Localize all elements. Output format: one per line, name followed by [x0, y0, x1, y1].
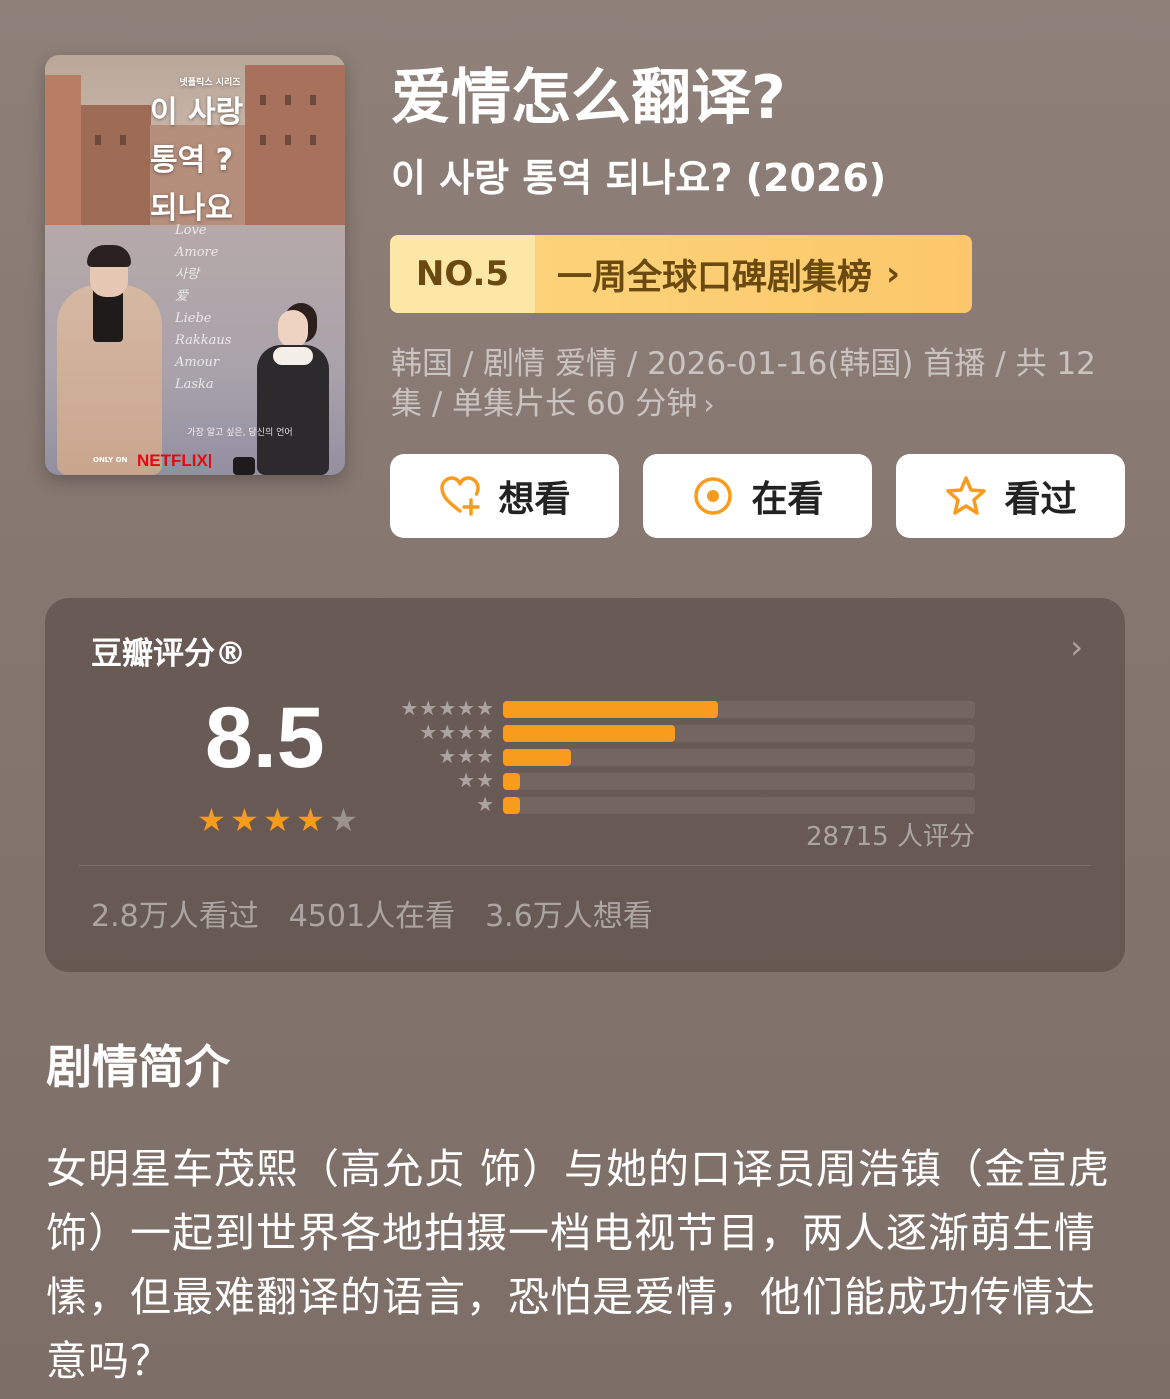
divider [79, 865, 1091, 866]
watching-button[interactable]: 在看 [643, 454, 872, 538]
distribution-bar-track [503, 749, 975, 766]
poster-love-words: Love Amore 사랑 爱 Liebe Rakkaus Amour Lask… [175, 223, 232, 392]
distribution-row: ★★ [385, 768, 975, 794]
original-title: 이 사랑 통역 되나요? (2026) [391, 156, 887, 200]
want-to-watch-label: 想看 [498, 479, 571, 520]
meta-info[interactable]: 韩国 / 剧情 爱情 / 2026-01-16(韩国) 首播 / 共 12 集 … [391, 344, 1111, 425]
heart-plus-icon [440, 476, 481, 516]
netflix-logo: NETFLIX [137, 451, 208, 470]
rank-label: 一周全球口碑剧集榜 [557, 257, 873, 298]
target-circle-icon [694, 477, 733, 515]
distribution-row: ★ [385, 792, 975, 818]
watched-count[interactable]: 2.8万人看过 [91, 891, 259, 935]
chevron-right-icon: › [703, 388, 715, 421]
poster-top-text: 넷플릭스 시리즈 [179, 78, 241, 88]
distribution-bar-fill [503, 797, 520, 814]
distribution-bar-fill [503, 773, 520, 790]
action-buttons: 想看 在看 看过 [390, 454, 1125, 538]
watch-stats: 2.8万人看过 4501人在看 3.6万人想看 [91, 891, 653, 935]
rank-number: NO.5 [390, 235, 535, 313]
watched-button[interactable]: 看过 [896, 454, 1125, 538]
synopsis-text: 女明星车茂熙（高允贞 饰）与她的口译员周浩镇（金宣虎 饰）一起到世界各地拍摄一档… [46, 1145, 1111, 1385]
synopsis-title: 剧情简介 [46, 1040, 230, 1094]
poster-title-line: 이 사랑 [150, 95, 244, 130]
star-filled-icon: ★ [230, 801, 259, 839]
distribution-stars-label: ★★★★★ [400, 696, 495, 720]
star-filled-icon: ★ [263, 801, 292, 839]
rating-stars: ★ ★ ★ ★ ★ [195, 803, 360, 837]
distribution-row: ★★★★★ [385, 696, 975, 722]
distribution-bar-fill [503, 701, 718, 718]
want-to-watch-button[interactable]: 想看 [390, 454, 619, 538]
chevron-right-icon[interactable]: › [1070, 628, 1083, 666]
poster-title: 넷플릭스 시리즈 이 사랑 통역 ? 되나요 [150, 77, 340, 233]
rating-count: 28715 人评分 [806, 822, 975, 852]
meta-text: 韩国 / 剧情 爱情 / 2026-01-16(韩国) 首播 / 共 12 集 … [391, 346, 1096, 422]
distribution-stars-label: ★★★ [438, 744, 495, 768]
distribution-bar-track [503, 773, 975, 790]
distribution-bar-track [503, 797, 975, 814]
distribution-row: ★★★★ [385, 720, 975, 746]
star-outline-icon [946, 476, 987, 515]
distribution-bar-fill [503, 749, 571, 766]
distribution-bar-track [503, 701, 975, 718]
rating-card[interactable]: 豆瓣评分® › 8.5 ★ ★ ★ ★ ★ ★★★★★ ★★★★ ★★★ ★★ ★ 28715 … [45, 598, 1125, 972]
distribution-bar-track [503, 725, 975, 742]
rank-label-container: 一周全球口碑剧集榜 › [535, 235, 972, 313]
poster-image[interactable]: 넷플릭스 시리즈 이 사랑 통역 ? 되나요 Love Amore 사랑 爱 L… [45, 55, 345, 475]
watching-count[interactable]: 4501人在看 [289, 891, 455, 935]
rank-banner[interactable]: NO.5 一周全球口碑剧集榜 › [390, 235, 972, 313]
distribution-stars-label: ★★★★ [419, 720, 495, 744]
rating-distribution: ★★★★★ ★★★★ ★★★ ★★ ★ [385, 696, 975, 818]
page-title: 爱情怎么翻译? [391, 63, 786, 133]
rating-score: 8.5 [205, 690, 325, 786]
distribution-stars-label: ★★ [457, 768, 495, 792]
distribution-row: ★★★ [385, 744, 975, 770]
chevron-right-icon: › [886, 254, 901, 294]
poster-tagline: 가장 알고 싶은, 당신의 언어 [187, 428, 293, 438]
poster-only-on: ONLY ON [93, 456, 128, 464]
star-filled-icon: ★ [197, 801, 226, 839]
poster-title-line: 통역 ? [150, 143, 234, 178]
distribution-bar-fill [503, 725, 675, 742]
watched-label: 看过 [1004, 479, 1077, 520]
want-count[interactable]: 3.6万人想看 [485, 891, 653, 935]
rating-title: 豆瓣评分® [91, 636, 246, 672]
star-filled-icon: ★ [296, 801, 325, 839]
star-empty-icon: ★ [329, 801, 358, 839]
distribution-stars-label: ★ [476, 792, 495, 816]
watching-label: 在看 [751, 479, 824, 520]
movie-detail-page: 넷플릭스 시리즈 이 사랑 통역 ? 되나요 Love Amore 사랑 爱 L… [0, 0, 1170, 1399]
